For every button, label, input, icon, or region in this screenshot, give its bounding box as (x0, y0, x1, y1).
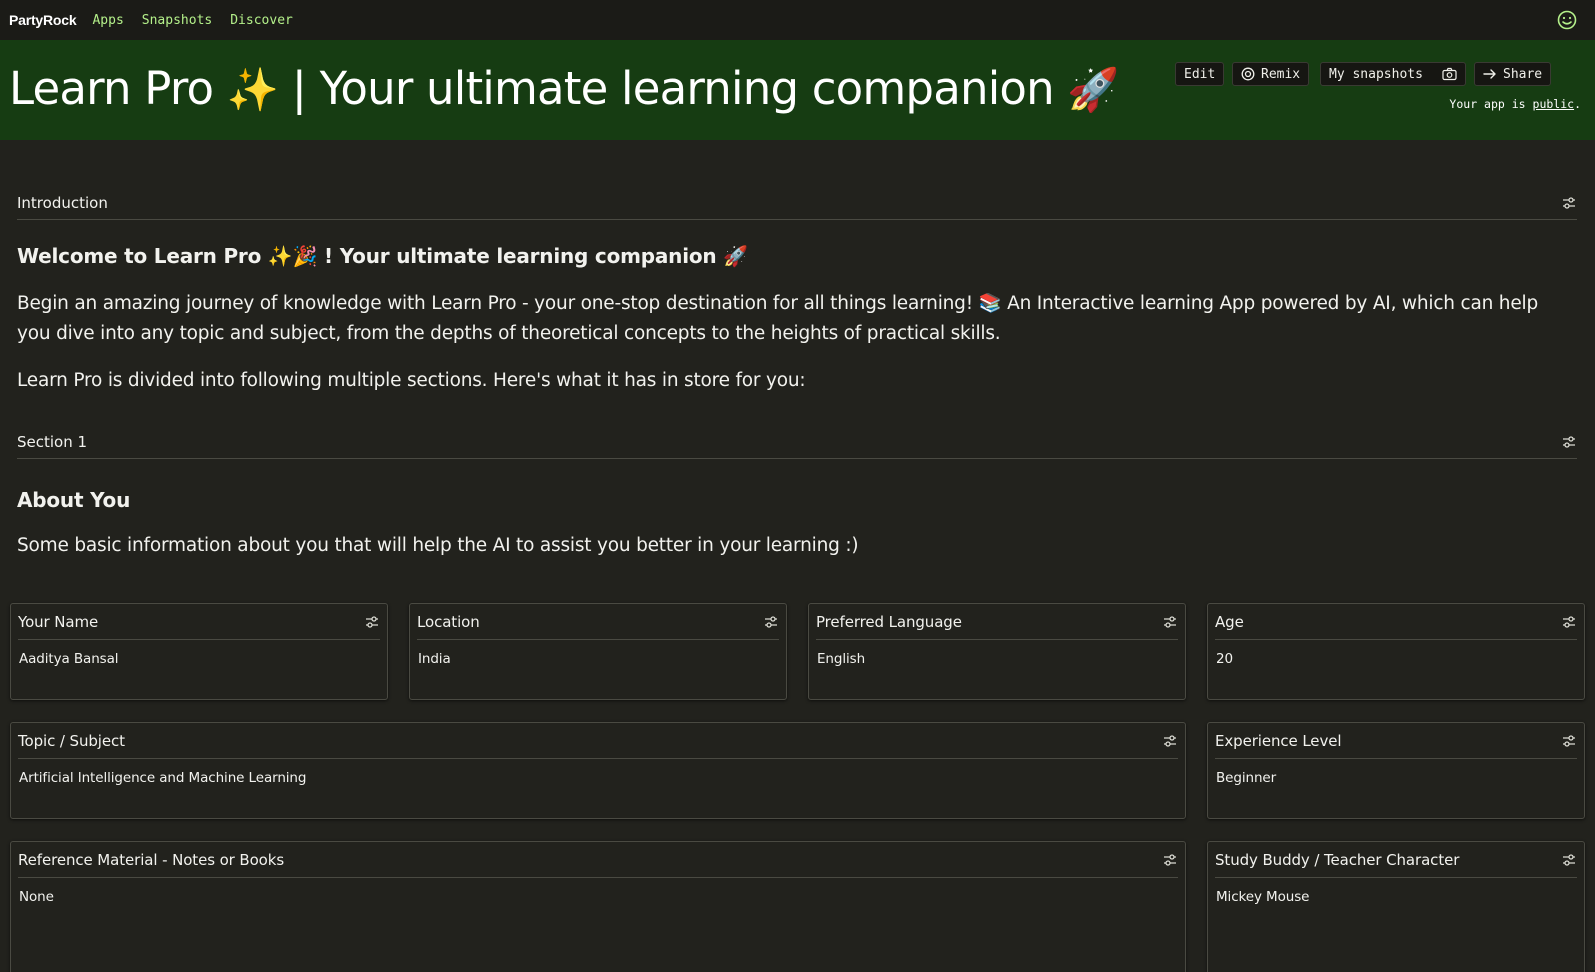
age-card: Age 20 (1207, 603, 1585, 700)
your-name-card: Your Name Aaditya Bansal (10, 603, 388, 700)
smiley-icon[interactable] (1557, 10, 1577, 30)
introduction-label: Introduction (17, 193, 108, 212)
nav-link-discover[interactable]: Discover (230, 13, 293, 28)
location-label: Location (417, 612, 480, 631)
app-title-subtitle: | Your ultimate learning companion (278, 62, 1068, 115)
remix-button-label: Remix (1261, 66, 1301, 82)
tune-icon[interactable] (1561, 434, 1577, 450)
app-title: Learn Pro ✨ | Your ultimate learning com… (9, 62, 1120, 115)
visibility-suffix: . (1574, 97, 1581, 111)
experience-level-label: Experience Level (1215, 731, 1342, 750)
rocket-emoji: 🚀 (1067, 65, 1119, 114)
location-input[interactable]: India (418, 651, 451, 667)
section1-heading: About You (17, 488, 131, 512)
edit-button-label: Edit (1184, 66, 1216, 82)
sparkles-emoji: ✨ (226, 65, 279, 114)
card-header: Age (1215, 604, 1577, 640)
tune-icon[interactable] (1561, 733, 1577, 749)
share-button-label: Share (1503, 66, 1543, 82)
tune-icon[interactable] (1561, 614, 1577, 630)
tune-icon[interactable] (1162, 733, 1178, 749)
visibility-public-link[interactable]: public (1533, 97, 1575, 111)
top-nav: PartyRock Apps Snapshots Discover (0, 0, 1595, 40)
tune-icon[interactable] (1561, 852, 1577, 868)
introduction-widget-header: Introduction (17, 186, 1577, 220)
tune-icon[interactable] (1162, 852, 1178, 868)
card-header: Reference Material - Notes or Books (18, 842, 1178, 878)
nav-link-apps[interactable]: Apps (92, 13, 123, 28)
reference-material-input[interactable]: None (19, 889, 54, 905)
section1-label: Section 1 (17, 432, 88, 451)
topic-subject-label: Topic / Subject (18, 731, 125, 750)
section1-content: About You Some basic information about y… (17, 488, 1577, 561)
your-name-input[interactable]: Aaditya Bansal (19, 651, 119, 667)
study-buddy-label: Study Buddy / Teacher Character (1215, 850, 1460, 869)
card-header: Topic / Subject (18, 723, 1178, 759)
introduction-content: Welcome to Learn Pro ✨🎉 ! Your ultimate … (17, 244, 1577, 396)
introduction-heading: Welcome to Learn Pro ✨🎉 ! Your ultimate … (17, 244, 748, 268)
introduction-paragraph-2: Learn Pro is divided into following mult… (17, 370, 806, 391)
remix-icon (1241, 67, 1255, 81)
tune-icon[interactable] (364, 614, 380, 630)
visibility-note: Your app is public. (1449, 97, 1581, 111)
share-arrow-icon (1483, 69, 1496, 79)
card-header: Experience Level (1215, 723, 1577, 759)
edit-button[interactable]: Edit (1175, 62, 1225, 86)
introduction-paragraph: Begin an amazing journey of knowledge wi… (17, 293, 1539, 344)
tune-icon[interactable] (1162, 614, 1178, 630)
topic-subject-card: Topic / Subject Artificial Intelligence … (10, 722, 1186, 819)
brand-logo[interactable]: PartyRock (9, 12, 77, 28)
preferred-language-label: Preferred Language (816, 612, 962, 631)
remix-button[interactable]: Remix (1232, 62, 1310, 86)
tune-icon[interactable] (763, 614, 779, 630)
experience-level-input[interactable]: Beginner (1216, 770, 1276, 786)
visibility-prefix: Your app is (1449, 97, 1533, 111)
section1-paragraph: Some basic information about you that wi… (17, 535, 859, 556)
card-header: Your Name (18, 604, 380, 640)
share-button[interactable]: Share (1474, 62, 1552, 86)
section1-widget-header: Section 1 (17, 425, 1577, 459)
reference-material-label: Reference Material - Notes or Books (18, 850, 285, 869)
experience-level-card: Experience Level Beginner (1207, 722, 1585, 819)
study-buddy-input[interactable]: Mickey Mouse (1216, 889, 1309, 905)
tune-icon[interactable] (1561, 195, 1577, 211)
app-header: Learn Pro ✨ | Your ultimate learning com… (0, 40, 1595, 140)
location-card: Location India (409, 603, 787, 700)
my-snapshots-button[interactable]: My snapshots (1320, 62, 1466, 86)
preferred-language-input[interactable]: English (817, 651, 865, 667)
camera-icon[interactable] (1442, 67, 1457, 81)
your-name-label: Your Name (18, 612, 99, 631)
reference-material-card: Reference Material - Notes or Books None (10, 841, 1186, 972)
age-input[interactable]: 20 (1216, 651, 1233, 667)
card-header: Study Buddy / Teacher Character (1215, 842, 1577, 878)
nav-link-snapshots[interactable]: Snapshots (142, 13, 212, 28)
study-buddy-card: Study Buddy / Teacher Character Mickey M… (1207, 841, 1585, 972)
preferred-language-card: Preferred Language English (808, 603, 1186, 700)
my-snapshots-label: My snapshots (1329, 66, 1423, 82)
card-header: Location (417, 604, 779, 640)
topic-subject-input[interactable]: Artificial Intelligence and Machine Lear… (19, 770, 306, 786)
age-label: Age (1215, 612, 1244, 631)
app-title-text: Learn Pro (9, 62, 227, 115)
card-header: Preferred Language (816, 604, 1178, 640)
